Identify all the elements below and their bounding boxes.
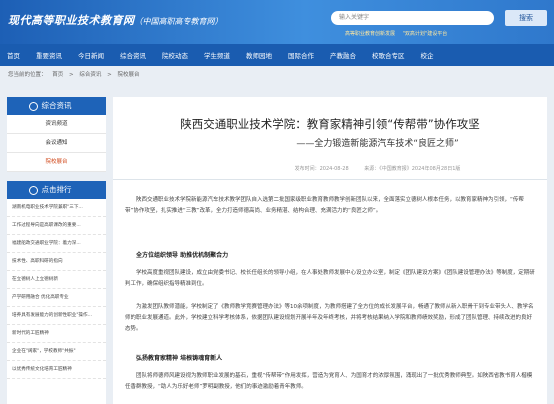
sidebar-item-news[interactable]: 资讯频道	[7, 115, 106, 134]
sidebar-heading-ranking: 点击排行	[7, 181, 106, 199]
logo-text: 现代高等职业技术教育网	[8, 14, 135, 27]
article-paragraph: 为激发团队教师潜能，学校制定了《教师教学竞赛管理办法》等10余项制度，为教师搭建…	[125, 304, 534, 332]
sidebar-heading-general: 综合资讯	[7, 97, 106, 115]
article-meta: 发布时间：2024-08-28 来源：《中国教育报》2024年08月28日1版	[113, 165, 547, 172]
article-subtitle: ——全力锻造新能源汽车技术“良匠之师”	[296, 139, 459, 149]
breadcrumb-current[interactable]: 院校展台	[118, 72, 140, 78]
ranking-item[interactable]: 技术性、高职科研的指向	[7, 253, 106, 271]
sidebar-gap	[7, 172, 106, 181]
ranking-item[interactable]: 新时代的工匠精神	[7, 325, 106, 343]
breadcrumb-prefix: 您当前的位置：	[8, 72, 47, 78]
article-panel: 陕西交通职业技术学院：教育家精神引领“传帮带”协作攻坚 ——全力锻造新能源汽车技…	[113, 97, 547, 404]
site-header: 现代高等职业技术教育网（中国高职高专教育网） 输入关键字 搜索 高等职业教育创新…	[0, 0, 554, 44]
nav-item-home[interactable]: 首页	[7, 50, 20, 60]
ranking-item[interactable]: 福建船政交通职业学院：着力深...	[7, 235, 106, 253]
article-paragraph: 陕西交通职业技术学院新能源汽车技术教学团队自入选第二批国家级职业教育教师教学创新…	[125, 197, 524, 214]
ranking-item[interactable]: 培养具有发展能力的创新性职业"操作...	[7, 307, 106, 325]
search-button[interactable]: 搜索	[505, 10, 547, 26]
header-links: 高等职业教育创新发展 "双高计划"建设平台	[345, 30, 453, 37]
nav-item-industry[interactable]: 产教融合	[330, 50, 356, 60]
article-date: 发布时间：2024-08-28	[294, 166, 349, 172]
breadcrumb-separator: >	[107, 72, 112, 78]
main-nav: 首页 重要资讯 今日新闻 综合资讯 院校动态 学生频道 教师园地 国际合作 产教…	[0, 44, 554, 66]
article-paragraph: 学校高度重视团队建设，成立由党委书记、校长任组长的领导小组，在人事处教师发展中心…	[125, 270, 535, 287]
sidebar-item-showcase[interactable]: 院校展台	[7, 153, 106, 172]
logo-subtitle: （中国高职高专教育网）	[134, 17, 223, 26]
search-input[interactable]: 输入关键字	[331, 11, 494, 25]
sidebar: 综合资讯 资讯频道 会议通知 院校展台 点击排行 湖南机电职业技术学院兼职"三下…	[7, 97, 106, 404]
header-link[interactable]: 高等职业教育创新发展	[345, 31, 395, 37]
nav-item-international[interactable]: 国际合作	[288, 50, 314, 60]
nav-item-schools[interactable]: 院校动态	[162, 50, 188, 60]
nav-item-songs[interactable]: 校歌合专区	[372, 50, 405, 60]
nav-item-today[interactable]: 今日新闻	[78, 50, 104, 60]
breadcrumb-home[interactable]: 首页	[52, 72, 63, 78]
breadcrumb-separator: >	[69, 72, 74, 78]
article-paragraph: 团队将师德师风建设视为教师职业发展的基石，重视“传帮带”作用发挥，营造为党育人、…	[125, 373, 533, 390]
article-title: 陕西交通职业技术学院：教育家精神引领“传帮带”协作攻坚	[180, 117, 480, 131]
site-logo[interactable]: 现代高等职业技术教育网（中国高职高专教育网）	[8, 12, 223, 28]
breadcrumb-general[interactable]: 综合资讯	[79, 72, 101, 78]
ranking-item[interactable]: 以优秀传统文化培育工匠精神	[7, 361, 106, 379]
nav-item-general[interactable]: 综合资讯	[120, 50, 146, 60]
nav-item-enterprise[interactable]: 校企	[421, 50, 434, 60]
header-link[interactable]: "双高计划"建设平台	[403, 31, 448, 37]
nav-item-students[interactable]: 学生频道	[204, 50, 230, 60]
breadcrumb: 您当前的位置： 首页 > 综合资讯 > 院校展台	[8, 70, 144, 78]
ranking-item[interactable]: 产学研用融合 优化高职专业	[7, 289, 106, 307]
nav-item-teachers[interactable]: 教师园地	[246, 50, 272, 60]
article-divider	[113, 179, 547, 180]
article-source: 来源：《中国教育报》2024年08月28日1版	[364, 166, 461, 172]
sidebar-item-notices[interactable]: 会议通知	[7, 134, 106, 153]
ranking-item[interactable]: 工作过程导向是高职课改的重要...	[7, 217, 106, 235]
article-heading: 弘扬教育家精神 培根铸魂育新人	[136, 355, 223, 362]
ranking-item[interactable]: 企业在"阔家"，学校教师"共振"	[7, 343, 106, 361]
ranking-item[interactable]: 在立德树人上立德树新	[7, 271, 106, 289]
nav-item-important[interactable]: 重要资讯	[36, 50, 62, 60]
ranking-item[interactable]: 湖南机电职业技术学院兼职"三下...	[7, 199, 106, 217]
article-heading: 全方位组织领导 助推优机制聚合力	[136, 252, 229, 259]
